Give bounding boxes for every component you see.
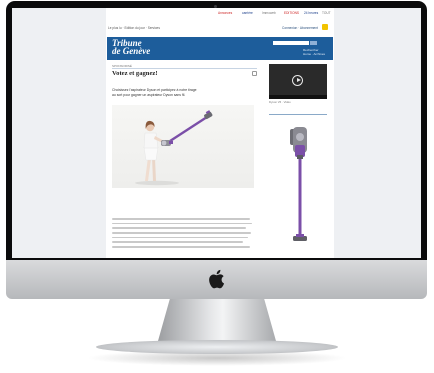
monitor-screen: Annonces carrière Immoweb EDITIONS 24 he… xyxy=(12,8,421,258)
article-photo xyxy=(112,105,254,188)
play-triangle-icon xyxy=(296,78,301,82)
article-body-text xyxy=(112,218,254,252)
body-text-line xyxy=(112,246,250,248)
utility-bar: Le plus lu · Edition du jour · Services … xyxy=(106,20,334,30)
dyson-vacuum-ad-image xyxy=(290,127,307,241)
header-nav: Rechercher Home · Archives xyxy=(303,48,325,56)
banner-link-1[interactable]: Annonces xyxy=(218,11,232,15)
video-control-bar[interactable] xyxy=(269,95,327,99)
banner-link-6[interactable]: TOUT xyxy=(322,11,331,15)
video-caption: Dyson V6 · Vidéo xyxy=(269,100,291,104)
lead-line-2: au sort pour gagner un aspirateur Dyson … xyxy=(112,93,186,97)
notification-badge-icon[interactable] xyxy=(322,24,328,30)
header-nav-line2[interactable]: Home · Archives xyxy=(303,52,325,56)
rubric-divider xyxy=(112,68,257,69)
article-title: Votez et gagnez! xyxy=(112,70,158,77)
body-text-line xyxy=(112,241,243,244)
body-text-line xyxy=(112,227,246,229)
article: SPONSORISÉ Votez et gagnez! Choisissez l… xyxy=(112,64,257,254)
utility-links-left[interactable]: Le plus lu · Edition du jour · Services xyxy=(108,26,160,30)
woman-vacuum-illustration xyxy=(135,110,213,186)
site-header: Tribune de Genève Rechercher Home · Arch… xyxy=(107,37,333,60)
top-banner: Annonces carrière Immoweb EDITIONS 24 he… xyxy=(106,11,334,19)
article-lead: Choisissez l'aspirateur Dyson et partici… xyxy=(112,88,252,98)
utility-links-right[interactable]: Connexion · Abonnement xyxy=(282,26,318,30)
site-logo-line2: de Genève xyxy=(112,46,151,56)
body-text-line xyxy=(112,236,248,239)
body-text-line xyxy=(112,222,252,225)
monitor-stand-neck xyxy=(158,299,276,341)
banner-link-3[interactable]: Immoweb xyxy=(262,11,276,15)
apple-logo-icon xyxy=(209,269,225,289)
video-player[interactable] xyxy=(269,64,327,99)
banner-link-4[interactable]: EDITIONS xyxy=(284,11,299,15)
header-search-button[interactable] xyxy=(310,41,317,45)
banner-link-5[interactable]: 24 heures xyxy=(304,11,318,15)
sidebar-advertisement[interactable] xyxy=(269,114,327,249)
body-text-line xyxy=(112,232,251,234)
share-icon[interactable] xyxy=(252,71,257,76)
body-text-line xyxy=(112,218,250,220)
banner-link-2[interactable]: carrière xyxy=(242,11,253,15)
monitor-stand-base xyxy=(96,340,338,354)
header-search-input[interactable] xyxy=(273,41,309,45)
site-logo[interactable]: Tribune de Genève xyxy=(112,39,151,56)
